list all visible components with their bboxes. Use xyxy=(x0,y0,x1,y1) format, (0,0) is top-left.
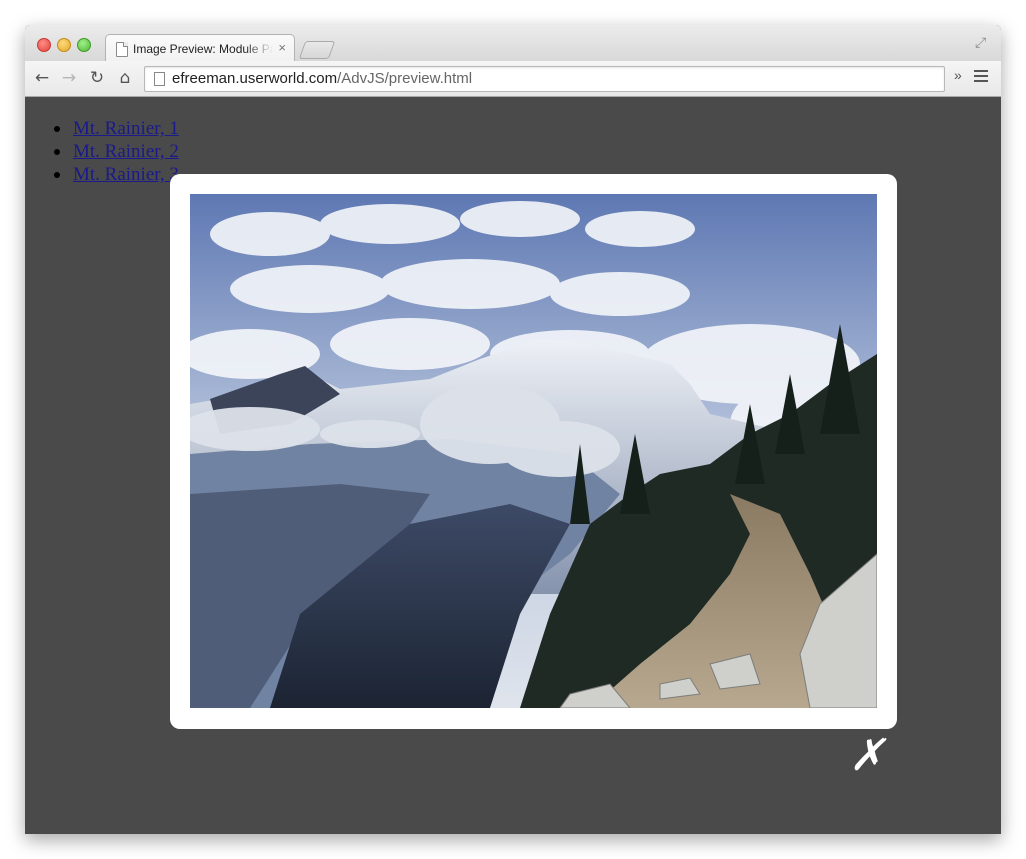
title-bar: Image Preview: Module Pattern × ⤢ xyxy=(25,25,1001,63)
back-icon[interactable]: ← xyxy=(31,67,53,89)
image-link-list: Mt. Rainier, 1 Mt. Rainier, 2 Mt. Rainie… xyxy=(54,117,179,186)
document-icon xyxy=(116,42,128,57)
page-icon xyxy=(154,72,165,86)
browser-tab[interactable]: Image Preview: Module Pattern × xyxy=(105,34,295,63)
image-link-3[interactable]: Mt. Rainier, 3 xyxy=(73,164,179,185)
image-preview-modal xyxy=(170,174,897,729)
url-text[interactable]: efreeman.userworld.com/AdvJS/preview.htm… xyxy=(172,70,472,87)
list-item: Mt. Rainier, 3 xyxy=(54,163,179,186)
home-icon[interactable]: ⌂ xyxy=(114,67,136,89)
browser-window: Image Preview: Module Pattern × ⤢ ← → ↻ … xyxy=(25,25,1001,834)
tab-close-icon[interactable]: × xyxy=(278,40,286,55)
window-zoom-button[interactable] xyxy=(77,38,91,52)
close-preview-button[interactable]: ✗ xyxy=(847,730,895,781)
image-link-1[interactable]: Mt. Rainier, 1 xyxy=(73,118,179,139)
url-host: efreeman.userworld.com xyxy=(172,70,338,87)
page-content: Mt. Rainier, 1 Mt. Rainier, 2 Mt. Rainie… xyxy=(25,97,1001,834)
menu-icon[interactable] xyxy=(974,70,988,84)
window-minimize-button[interactable] xyxy=(57,38,71,52)
tab-title: Image Preview: Module Pattern xyxy=(133,42,273,56)
reload-icon[interactable]: ↻ xyxy=(86,67,108,89)
list-item: Mt. Rainier, 1 xyxy=(54,117,179,140)
window-close-button[interactable] xyxy=(37,38,51,52)
fullscreen-icon[interactable]: ⤢ xyxy=(975,34,991,50)
new-tab-button[interactable] xyxy=(298,41,336,59)
address-bar[interactable]: efreeman.userworld.com/AdvJS/preview.htm… xyxy=(144,66,945,92)
browser-toolbar: ← → ↻ ⌂ efreeman.userworld.com/AdvJS/pre… xyxy=(25,61,1001,97)
list-item: Mt. Rainier, 2 xyxy=(54,140,179,163)
image-link-2[interactable]: Mt. Rainier, 2 xyxy=(73,141,179,162)
forward-icon[interactable]: → xyxy=(58,67,80,89)
extensions-overflow-button[interactable]: » xyxy=(954,67,962,83)
preview-image xyxy=(190,194,877,708)
url-path: /AdvJS/preview.html xyxy=(337,70,473,87)
